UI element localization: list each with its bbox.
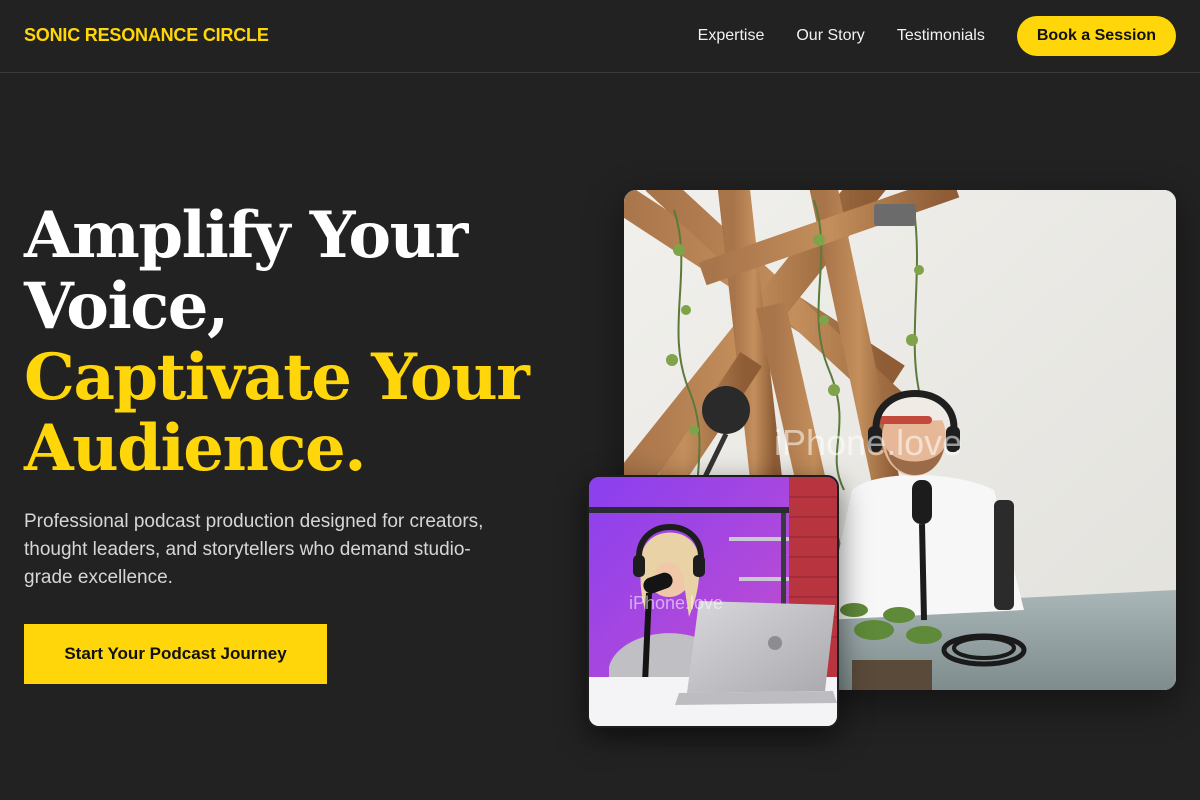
hero-title-accent-line-2: Audience.	[24, 411, 366, 486]
hero-title: Amplify Your Voice, Captivate Your Audie…	[24, 200, 584, 484]
main-photo-watermark: iPhone.love	[774, 422, 962, 463]
main-nav: Expertise Our Story Testimonials Book a …	[698, 16, 1176, 56]
brand-logo[interactable]: SONIC RESONANCE CIRCLE	[24, 25, 269, 46]
start-podcast-journey-button[interactable]: Start Your Podcast Journey	[24, 624, 327, 684]
nav-link-our-story[interactable]: Our Story	[796, 27, 864, 45]
hero-title-line-2: Voice,	[24, 269, 229, 344]
podcaster-laptop-photo: iPhone.love	[587, 475, 839, 728]
nav-link-testimonials[interactable]: Testimonials	[897, 27, 985, 45]
book-session-button[interactable]: Book a Session	[1016, 16, 1176, 56]
secondary-photo-watermark: iPhone.love	[629, 593, 723, 613]
hero-title-accent-line-1: Captivate Your	[24, 340, 530, 415]
nav-link-expertise[interactable]: Expertise	[698, 27, 765, 45]
hero-title-line-1: Amplify Your	[24, 198, 468, 273]
hero-subtitle: Professional podcast production designed…	[24, 511, 484, 588]
podcaster-laptop-illustration: iPhone.love	[589, 477, 837, 726]
site-header: SONIC RESONANCE CIRCLE Expertise Our Sto…	[0, 0, 1200, 73]
